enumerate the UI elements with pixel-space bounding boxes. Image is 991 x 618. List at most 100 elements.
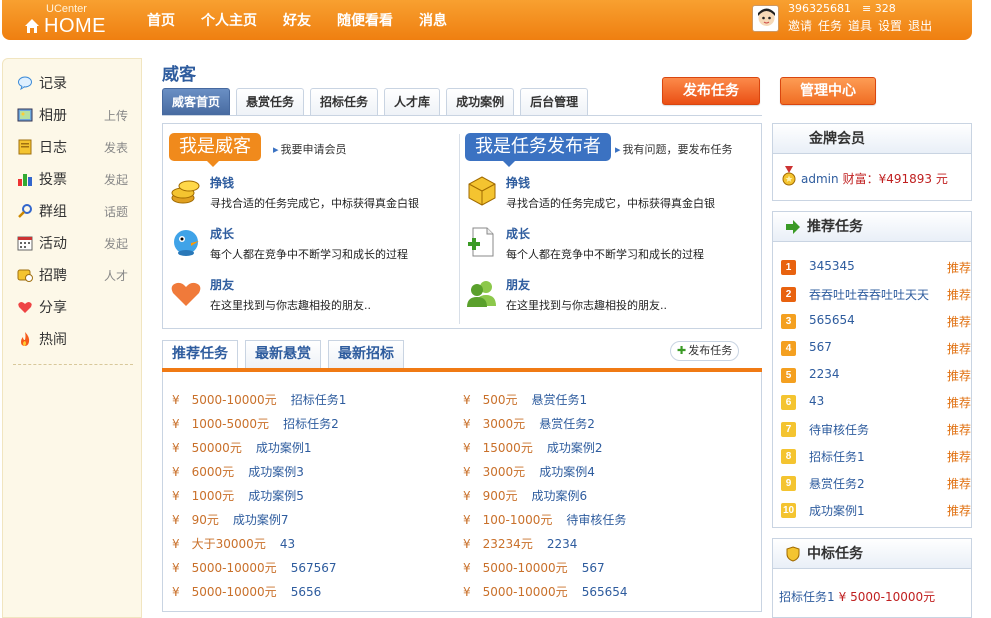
sidebar-item-group[interactable]: 群组 话题: [17, 201, 137, 221]
recommended-item[interactable]: 6 43 推荐: [781, 394, 971, 412]
nav-friends[interactable]: 好友: [283, 10, 311, 30]
task-row[interactable]: ¥500元 悬赏任务1: [463, 391, 587, 409]
task-row[interactable]: ¥5000-10000元 5656: [172, 583, 321, 601]
tab-recommended-tasks[interactable]: 推荐任务: [162, 340, 238, 368]
task-name[interactable]: 待审核任务: [566, 513, 626, 527]
recommended-item[interactable]: 10 成功案例1 推荐: [781, 502, 971, 520]
recommended-item[interactable]: 2 吞吞吐吐吞吞吐吐天天 推荐: [781, 286, 971, 304]
nav-home[interactable]: 首页: [147, 10, 175, 30]
task-name[interactable]: 成功案例1: [256, 441, 312, 455]
task-row[interactable]: ¥5000-10000元 565654: [463, 583, 628, 601]
task-row[interactable]: ¥3000元 悬赏任务2: [463, 415, 595, 433]
task-name[interactable]: 成功案例2: [547, 441, 603, 455]
recommended-item[interactable]: 4 567 推荐: [781, 340, 971, 358]
tab-latest-rewards[interactable]: 最新悬赏: [245, 340, 321, 368]
task-row[interactable]: ¥ 大于30000元 43: [172, 535, 295, 553]
recommended-item[interactable]: 9 悬赏任务2 推荐: [781, 475, 971, 493]
sidebar-item-share[interactable]: 分享: [17, 297, 137, 317]
sidebar-item-hot[interactable]: 热闹: [17, 329, 137, 349]
task-row[interactable]: ¥1000-5000元 招标任务2: [172, 415, 339, 433]
task-row[interactable]: ¥50000元 成功案例1: [172, 439, 311, 457]
recommended-item[interactable]: 3 565654 推荐: [781, 313, 971, 331]
task-name[interactable]: 567567: [291, 561, 337, 575]
recommended-item-name[interactable]: 2234: [809, 367, 840, 381]
sidebar-item-poll[interactable]: 投票 发起: [17, 169, 137, 189]
recommended-item[interactable]: 7 待审核任务 推荐: [781, 421, 971, 439]
publish-task-button[interactable]: 发布任务: [662, 77, 760, 105]
recommended-item-name[interactable]: 成功案例1: [809, 502, 865, 519]
sidebar-item-record[interactable]: 记录: [17, 73, 137, 93]
admin-center-button[interactable]: 管理中心: [780, 77, 876, 105]
task-row[interactable]: ¥6000元 成功案例3: [172, 463, 304, 481]
link-logout[interactable]: 退出: [908, 17, 932, 34]
task-name[interactable]: 招标任务1: [291, 393, 347, 407]
avatar[interactable]: [752, 5, 779, 32]
task-name[interactable]: 成功案例7: [233, 513, 289, 527]
tab-admin[interactable]: 后台管理: [520, 88, 589, 116]
recommended-item-name[interactable]: 345345: [809, 259, 855, 273]
task-row[interactable]: ¥15000元 成功案例2: [463, 439, 602, 457]
task-row[interactable]: ¥90元 成功案例7: [172, 511, 289, 529]
tab-latest-bids[interactable]: 最新招标: [328, 340, 404, 368]
recommended-item-name[interactable]: 567: [809, 340, 832, 354]
member-name[interactable]: admin: [801, 172, 839, 186]
task-row[interactable]: ¥5000-10000元 招标任务1: [172, 391, 346, 409]
recommended-item-name[interactable]: 待审核任务: [809, 421, 869, 438]
recommended-item[interactable]: 5 2234 推荐: [781, 367, 971, 385]
task-row[interactable]: ¥1000元 成功案例5: [172, 487, 304, 505]
post-task-link[interactable]: ✚ 发布任务: [670, 341, 740, 361]
tab-witkey-home[interactable]: 威客首页: [162, 88, 231, 116]
sidebar-sub-topic[interactable]: 话题: [104, 203, 128, 220]
task-row[interactable]: ¥5000-10000元 567: [463, 559, 605, 577]
nav-explore[interactable]: 随便看看: [337, 10, 393, 30]
link-tasks[interactable]: 任务: [818, 17, 842, 34]
sidebar-item-blog[interactable]: 日志 发表: [17, 137, 137, 157]
task-name[interactable]: 565654: [582, 585, 628, 599]
link-invite[interactable]: 邀请: [788, 17, 812, 34]
tab-reward-tasks[interactable]: 悬赏任务: [236, 88, 305, 116]
recommended-item-name[interactable]: 吞吞吐吐吞吞吐吐天天: [809, 286, 929, 303]
sidebar-item-recruit[interactable]: 招聘 人才: [17, 265, 137, 285]
recommended-item-name[interactable]: 43: [809, 394, 824, 408]
sidebar-sub-talent[interactable]: 人才: [104, 267, 128, 284]
apply-member-link[interactable]: 我要申请会员: [273, 141, 347, 157]
task-name[interactable]: 招标任务2: [283, 417, 339, 431]
sidebar-item-album[interactable]: 相册 上传: [17, 105, 137, 125]
task-name[interactable]: 成功案例3: [248, 465, 304, 479]
sidebar-sub-start-poll[interactable]: 发起: [104, 171, 128, 188]
home-logo[interactable]: UCenter HOME: [24, 3, 134, 37]
task-row[interactable]: ¥23234元 2234: [463, 535, 577, 553]
task-row[interactable]: ¥3000元 成功案例4: [463, 463, 595, 481]
sidebar-sub-start-event[interactable]: 发起: [104, 235, 128, 252]
task-row[interactable]: ¥100-1000元 待审核任务: [463, 511, 626, 529]
task-name[interactable]: 成功案例5: [248, 489, 304, 503]
nav-profile[interactable]: 个人主页: [201, 10, 257, 30]
task-name[interactable]: 567: [582, 561, 605, 575]
tab-talent-pool[interactable]: 人才库: [384, 88, 441, 116]
tab-bid-tasks[interactable]: 招标任务: [310, 88, 379, 116]
task-name[interactable]: 43: [280, 537, 295, 551]
task-name[interactable]: 成功案例4: [539, 465, 595, 479]
yen-symbol: ¥: [172, 441, 180, 455]
sidebar-item-event[interactable]: 活动 发起: [17, 233, 137, 253]
sidebar-sub-publish[interactable]: 发表: [104, 139, 128, 156]
task-row[interactable]: ¥5000-10000元 567567: [172, 559, 337, 577]
task-name[interactable]: 悬赏任务2: [539, 417, 595, 431]
link-settings[interactable]: 设置: [878, 17, 902, 34]
task-name[interactable]: 成功案例6: [532, 489, 588, 503]
post-question-link[interactable]: 我有问题，要发布任务: [615, 141, 733, 157]
recommended-item[interactable]: 1 345345 推荐: [781, 259, 971, 277]
task-name[interactable]: 悬赏任务1: [532, 393, 588, 407]
link-props[interactable]: 道具: [848, 17, 872, 34]
tab-success-cases[interactable]: 成功案例: [446, 88, 515, 116]
recommended-item-name[interactable]: 565654: [809, 313, 855, 327]
winning-row[interactable]: 招标任务1 ¥ 5000-10000元: [779, 588, 935, 605]
task-row[interactable]: ¥900元 成功案例6: [463, 487, 587, 505]
task-name[interactable]: 2234: [547, 537, 578, 551]
task-name[interactable]: 5656: [291, 585, 322, 599]
recommended-item-name[interactable]: 招标任务1: [809, 448, 865, 465]
nav-messages[interactable]: 消息: [419, 10, 447, 30]
recommended-item[interactable]: 8 招标任务1 推荐: [781, 448, 971, 466]
recommended-item-name[interactable]: 悬赏任务2: [809, 475, 865, 492]
sidebar-sub-upload[interactable]: 上传: [104, 107, 128, 124]
